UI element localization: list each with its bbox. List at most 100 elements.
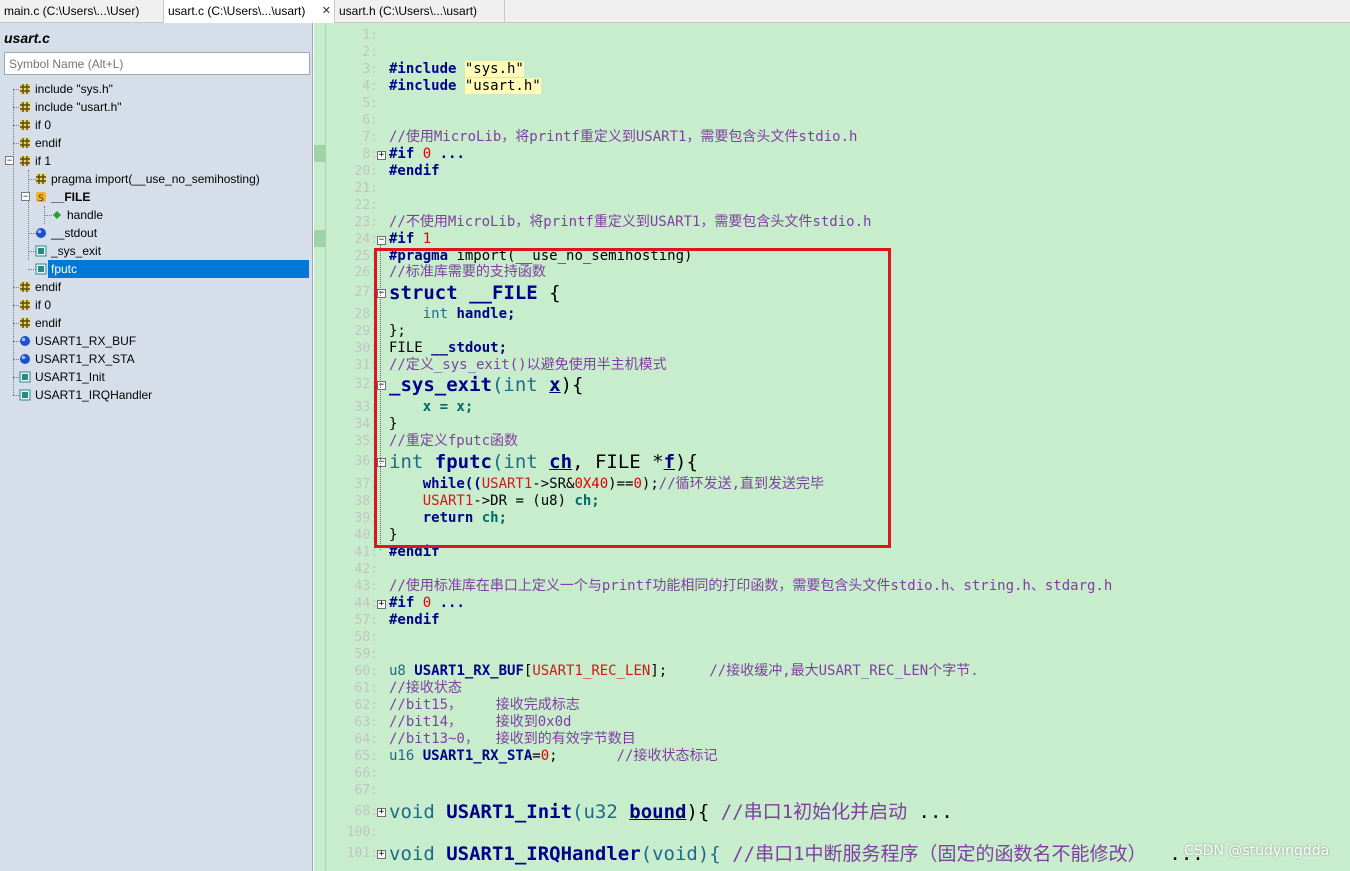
code-token: ){ [686,801,721,823]
line-number: 21: [354,181,378,196]
tree-item-stdout[interactable]: __stdout [4,224,304,242]
tree-item-rx-buf[interactable]: USART1_RX_BUF [4,332,304,350]
tab-usart-c[interactable]: usart.c (C:\Users\...\usart) ✕ [164,0,335,23]
line-number: 38: [354,494,378,509]
code-token: //不使用MicroLib，将printf重定义到USART1，需要包含头文件s… [389,214,872,230]
tree-item-label: endif [35,280,62,294]
close-icon[interactable]: ✕ [322,0,331,23]
hash-icon [36,174,46,184]
tree-item-if-1[interactable]: − if 1 [4,152,304,170]
code-line[interactable]: //bit14， 接收到0x0d [389,714,571,731]
line-number: 20: [354,164,378,179]
tree-item-label: fputc [49,260,80,278]
tree-item-include-usart[interactable]: include "usart.h" [4,98,304,116]
line-number: 30: [354,341,378,356]
tree-item-pragma[interactable]: pragma import(__use_no_semihosting) [4,170,304,188]
code-token: //bit15， 接收完成标志 [389,697,580,713]
code-token: #include [389,61,465,77]
line-number: 23: [354,215,378,230]
line-number: 100: [346,825,378,840]
line-number: 29: [354,324,378,339]
tree-item-label: __FILE [51,190,91,204]
line-number: 61: [354,681,378,696]
code-line[interactable]: #endif [389,163,440,180]
struct-icon: S [36,192,46,203]
line-number: 40: [354,528,378,543]
code-line[interactable]: #if 0 ... [389,146,465,163]
tab-usart-h[interactable]: usart.h (C:\Users\...\usart) [335,0,505,23]
code-token: USART1_RX_BUF [414,663,524,679]
code-line[interactable]: //接收状态 [389,680,462,697]
code-token: //使用MicroLib，将printf重定义到USART1，需要包含头文件st… [389,129,858,145]
line-number: 25: [354,249,378,264]
tree-item-endif[interactable]: endif [4,278,304,296]
tree-item-include-sys[interactable]: include "sys.h" [4,80,304,98]
tree-item-if-0[interactable]: if 0 [4,116,304,134]
tree-item-label: if 0 [35,118,52,132]
code-token: u16 [389,748,423,764]
tree-item-fputc[interactable]: fputc [4,260,309,278]
code-line[interactable]: //使用MicroLib，将printf重定义到USART1，需要包含头文件st… [389,129,857,146]
code-line[interactable]: u8 USART1_RX_BUF[USART1_REC_LEN]; //接收缓冲… [389,663,979,680]
tab-main-c[interactable]: main.c (C:\Users\...\User) [0,0,164,23]
hash-icon [20,138,30,148]
code-token: "sys.h" [464,61,524,77]
code-token: #include [389,78,465,94]
collapse-icon[interactable]: − [5,156,14,165]
line-number: 67: [354,783,378,798]
line-number: 28: [354,307,378,322]
code-token: = [532,748,541,764]
expand-fold-icon[interactable]: + [377,850,386,859]
collapse-icon[interactable]: − [21,192,30,201]
tree-item-label: handle [67,208,104,222]
tree-item-sys-exit[interactable]: _sys_exit [4,242,304,260]
tree-item-usart1-irq[interactable]: USART1_IRQHandler [4,386,304,404]
symbol-search-input[interactable] [4,52,310,75]
line-number: 64: [354,732,378,747]
line-number: 6: [362,113,378,128]
collapse-fold-icon[interactable]: − [377,236,386,245]
tree-item-handle[interactable]: handle [4,206,304,224]
code-token: ... [907,801,953,823]
line-number: 60: [354,664,378,679]
symbol-tree: include "sys.h" include "usart.h" if 0 e… [4,80,310,868]
code-line[interactable]: #include "usart.h" [389,78,541,95]
code-line[interactable]: #if 1 [389,231,431,248]
code-line[interactable]: #include "sys.h" [389,61,524,78]
code-line[interactable]: //bit15， 接收完成标志 [389,697,580,714]
tree-item-endif[interactable]: endif [4,134,304,152]
tree-item-endif[interactable]: endif [4,314,304,332]
expand-fold-icon[interactable]: + [377,600,386,609]
tree-item-file-struct[interactable]: − S __FILE [4,188,304,206]
code-token: ]; [650,663,710,679]
line-number: 22: [354,198,378,213]
code-line[interactable]: void USART1_IRQHandler(void){ //串口1中断服务程… [389,843,1204,865]
tree-item-usart1-init[interactable]: USART1_Init [4,368,304,386]
code-line[interactable]: //使用标准库在串口上定义一个与printf功能相同的打印函数，需要包含头文件s… [389,578,1112,595]
code-token: ... [431,146,465,162]
hash-icon [20,84,30,94]
code-line[interactable]: u16 USART1_RX_STA=0; //接收状态标记 [389,748,717,765]
code-token: ... [431,595,465,611]
code-token: #if [389,146,423,162]
code-line[interactable]: //不使用MicroLib，将printf重定义到USART1，需要包含头文件s… [389,214,871,231]
hash-icon [20,318,30,328]
expand-fold-icon[interactable]: + [377,151,386,160]
code-line[interactable]: void USART1_Init(u32 bound){ //串口1初始化并启动… [389,801,953,823]
tree-item-if-0[interactable]: if 0 [4,296,304,314]
code-line[interactable]: #if 0 ... [389,595,465,612]
line-number: 34: [354,417,378,432]
tree-item-label: endif [35,136,62,150]
line-number: 27: [354,285,378,300]
code-token: //接收状态标记 [616,748,718,764]
code-token: 0 [422,595,432,611]
code-line[interactable]: //bit13~0， 接收到的有效字节数目 [389,731,636,748]
expand-fold-icon[interactable]: + [377,808,386,817]
code-line[interactable]: #endif [389,612,440,629]
code-token: 1 [422,231,432,247]
line-number: 41: [354,545,378,560]
tree-item-rx-sta[interactable]: USART1_RX_STA [4,350,304,368]
function-icon [35,245,47,257]
variable-icon [20,336,30,346]
symbol-panel: usart.c include "sys.h" include "usart.h… [0,23,313,871]
